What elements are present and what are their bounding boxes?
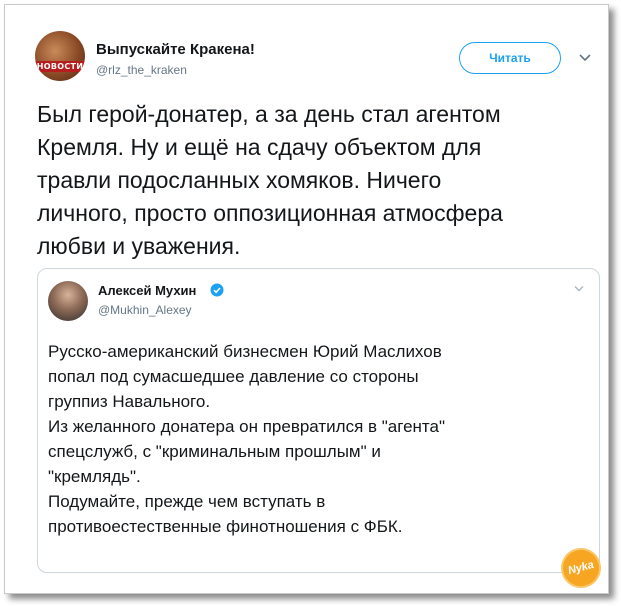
- chevron-down-icon[interactable]: [574, 285, 584, 293]
- quoted-author-name[interactable]: Алексей Мухин: [98, 283, 196, 298]
- quoted-author-handle[interactable]: @Mukhin_Alexey: [98, 303, 192, 317]
- author-avatar[interactable]: НОВОСТИ: [35, 31, 85, 81]
- avatar-news-badge: НОВОСТИ: [35, 61, 85, 72]
- chevron-down-icon[interactable]: [579, 53, 591, 63]
- quoted-author-avatar[interactable]: [48, 281, 88, 321]
- tweet-text: Был герой-донатер, а за день стал агенто…: [37, 101, 503, 259]
- tweet-card: НОВОСТИ Выпускайте Кракена! @rlz_the_kra…: [4, 4, 609, 594]
- follow-button[interactable]: Читать: [459, 42, 561, 74]
- verified-badge-icon: [210, 283, 224, 297]
- author-handle[interactable]: @rlz_the_kraken: [96, 63, 187, 77]
- quoted-tweet[interactable]: Алексей Мухин @Mukhin_Alexey Русско-амер…: [37, 268, 600, 573]
- author-name[interactable]: Выпускайте Кракена!: [96, 41, 255, 58]
- quoted-tweet-text: Русско-американский бизнесмен Юрий Масли…: [48, 342, 446, 536]
